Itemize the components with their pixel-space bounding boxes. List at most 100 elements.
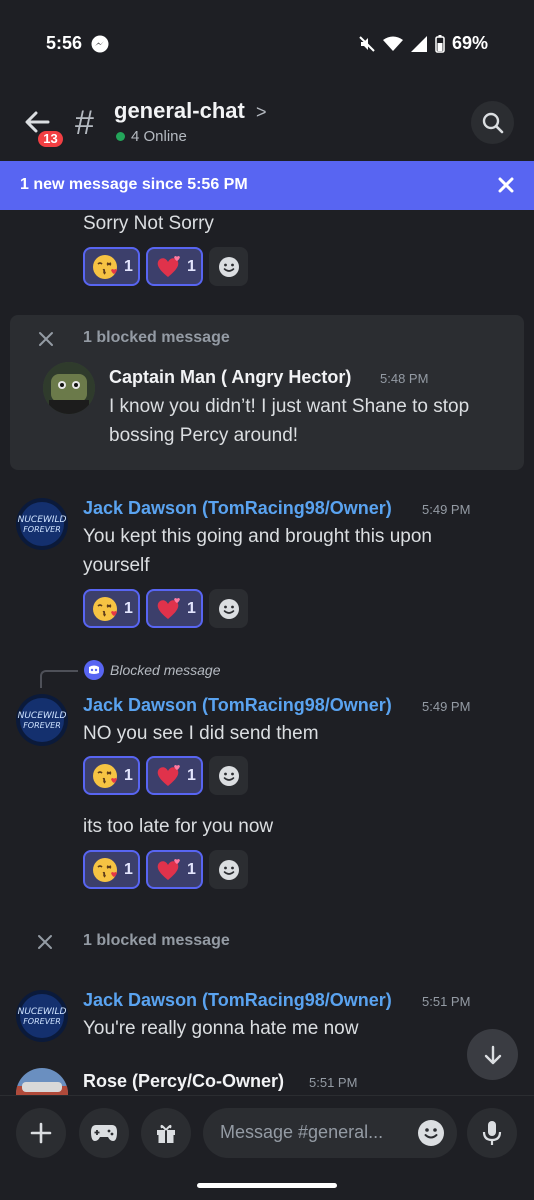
reaction-heart[interactable]: 1 bbox=[146, 589, 203, 628]
message-author[interactable]: Rose (Percy/Co-Owner) bbox=[83, 1071, 284, 1092]
avatar[interactable]: NUCEWILD FOREVER bbox=[16, 990, 68, 1042]
reaction-heart[interactable]: 1 bbox=[146, 247, 203, 286]
reaction-kiss[interactable]: 1 bbox=[83, 850, 140, 889]
message-text: NO you see I did send them bbox=[83, 723, 319, 744]
reaction-kiss[interactable]: 1 bbox=[83, 589, 140, 628]
reactions-row: 1 1 bbox=[83, 850, 248, 889]
online-count: 4 Online bbox=[131, 128, 187, 145]
message-text: You're really gonna hate me now bbox=[83, 1018, 359, 1039]
new-messages-text: 1 new message since 5:56 PM bbox=[20, 176, 248, 193]
message-text: its too late for you now bbox=[83, 816, 274, 837]
message-text-line: You kept this going and brought this upo… bbox=[83, 526, 432, 547]
activities-button[interactable] bbox=[79, 1108, 129, 1158]
reactions-row: 1 1 bbox=[83, 756, 248, 795]
reaction-heart[interactable]: 1 bbox=[146, 850, 203, 889]
gift-icon bbox=[157, 1124, 175, 1143]
heart-emoji-icon bbox=[157, 597, 180, 619]
plus-button[interactable] bbox=[16, 1108, 66, 1158]
search-icon bbox=[482, 112, 503, 133]
add-reaction-button[interactable] bbox=[209, 850, 248, 889]
blocked-label[interactable]: 1 blocked message bbox=[83, 932, 230, 950]
svg-text:NUCEWILD: NUCEWILD bbox=[18, 711, 67, 721]
avatar-image: NUCEWILD FOREVER bbox=[16, 498, 68, 550]
messenger-icon bbox=[91, 35, 109, 53]
avatar[interactable]: NUCEWILD FOREVER bbox=[16, 694, 68, 746]
message-author[interactable]: Captain Man ( Angry Hector) bbox=[109, 367, 351, 388]
heart-emoji-icon bbox=[157, 858, 180, 880]
smile-add-icon bbox=[218, 256, 239, 277]
message-author[interactable]: Jack Dawson (TomRacing98/Owner) bbox=[83, 695, 392, 716]
channel-name[interactable]: general-chat bbox=[114, 98, 245, 124]
reaction-kiss[interactable]: 1 bbox=[83, 247, 140, 286]
blocked-message-group: 1 blocked message Captain Man ( Angry He… bbox=[10, 315, 524, 470]
kiss-emoji-icon bbox=[93, 596, 117, 621]
new-messages-banner[interactable]: 1 new message since 5:56 PM bbox=[0, 161, 534, 210]
avatar[interactable] bbox=[43, 362, 95, 414]
message-timestamp: 5:48 PM bbox=[380, 371, 429, 386]
reaction-kiss[interactable]: 1 bbox=[83, 756, 140, 795]
reply-preview[interactable]: Blocked message bbox=[110, 662, 221, 678]
add-reaction-button[interactable] bbox=[209, 756, 248, 795]
kiss-emoji-icon bbox=[93, 763, 117, 788]
heart-emoji-icon bbox=[157, 255, 180, 277]
svg-text:NUCEWILD: NUCEWILD bbox=[18, 1007, 67, 1017]
message-timestamp: 5:49 PM bbox=[422, 502, 471, 517]
close-icon[interactable] bbox=[38, 331, 54, 347]
status-right: 69% bbox=[358, 33, 488, 54]
message-author[interactable]: Jack Dawson (TomRacing98/Owner) bbox=[83, 498, 392, 519]
hash-icon: # bbox=[75, 104, 94, 142]
unread-badge: 13 bbox=[35, 128, 66, 150]
smile-add-icon bbox=[218, 598, 239, 619]
channel-header: 13 # general-chat > 4 Online bbox=[0, 90, 534, 158]
jump-to-present-button[interactable] bbox=[467, 1029, 518, 1080]
status-time: 5:56 bbox=[46, 33, 83, 53]
discord-logo bbox=[89, 665, 99, 674]
reaction-count: 1 bbox=[187, 257, 196, 275]
wifi-icon bbox=[382, 36, 403, 51]
avatar-image: NUCEWILD FOREVER bbox=[16, 990, 68, 1042]
close-icon[interactable] bbox=[37, 934, 53, 950]
smile-add-icon bbox=[218, 765, 239, 786]
online-dot bbox=[116, 132, 125, 141]
svg-text:FOREVER: FOREVER bbox=[23, 721, 61, 730]
search-button[interactable] bbox=[471, 101, 514, 144]
emoji-picker-icon[interactable] bbox=[417, 1119, 445, 1147]
avatar[interactable]: NUCEWILD FOREVER bbox=[16, 498, 68, 550]
message-text-line: I know you didn’t! I just want Shane to … bbox=[109, 396, 470, 417]
message-timestamp: 5:51 PM bbox=[309, 1075, 358, 1090]
add-reaction-button[interactable] bbox=[209, 247, 248, 286]
gamepad-icon bbox=[91, 1125, 117, 1141]
plus-icon bbox=[30, 1122, 52, 1144]
reactions-row: 1 1 bbox=[83, 247, 248, 286]
reaction-count: 1 bbox=[124, 766, 133, 784]
kiss-emoji-icon bbox=[93, 254, 117, 279]
svg-text:FOREVER: FOREVER bbox=[23, 525, 61, 534]
avatar-image bbox=[43, 362, 95, 414]
voice-message-button[interactable] bbox=[467, 1108, 517, 1158]
reply-connector bbox=[40, 670, 78, 688]
discord-icon bbox=[84, 660, 104, 680]
message-timestamp: 5:51 PM bbox=[422, 994, 471, 1009]
reaction-count: 1 bbox=[124, 599, 133, 617]
message-timestamp: 5:49 PM bbox=[422, 699, 471, 714]
message-text-line: yourself bbox=[83, 555, 150, 576]
message-input-placeholder: Message #general... bbox=[220, 1122, 384, 1142]
gesture-home-bar[interactable] bbox=[197, 1183, 337, 1188]
message-input[interactable]: Message #general... bbox=[203, 1108, 457, 1158]
svg-text:FOREVER: FOREVER bbox=[23, 1017, 61, 1026]
chevron-right-icon[interactable]: > bbox=[256, 102, 267, 123]
add-reaction-button[interactable] bbox=[209, 589, 248, 628]
status-bar: 5:56 69% bbox=[0, 0, 534, 90]
close-icon[interactable] bbox=[496, 175, 516, 195]
message-author[interactable]: Jack Dawson (TomRacing98/Owner) bbox=[83, 990, 392, 1011]
reaction-count: 1 bbox=[124, 257, 133, 275]
heart-emoji-icon bbox=[157, 764, 180, 786]
svg-text:NUCEWILD: NUCEWILD bbox=[18, 515, 67, 525]
reaction-count: 1 bbox=[187, 599, 196, 617]
smile-add-icon bbox=[218, 859, 239, 880]
reaction-count: 1 bbox=[187, 766, 196, 784]
gift-button[interactable] bbox=[141, 1108, 191, 1158]
reaction-heart[interactable]: 1 bbox=[146, 756, 203, 795]
signal-icon bbox=[410, 35, 427, 52]
blocked-label[interactable]: 1 blocked message bbox=[83, 329, 230, 347]
